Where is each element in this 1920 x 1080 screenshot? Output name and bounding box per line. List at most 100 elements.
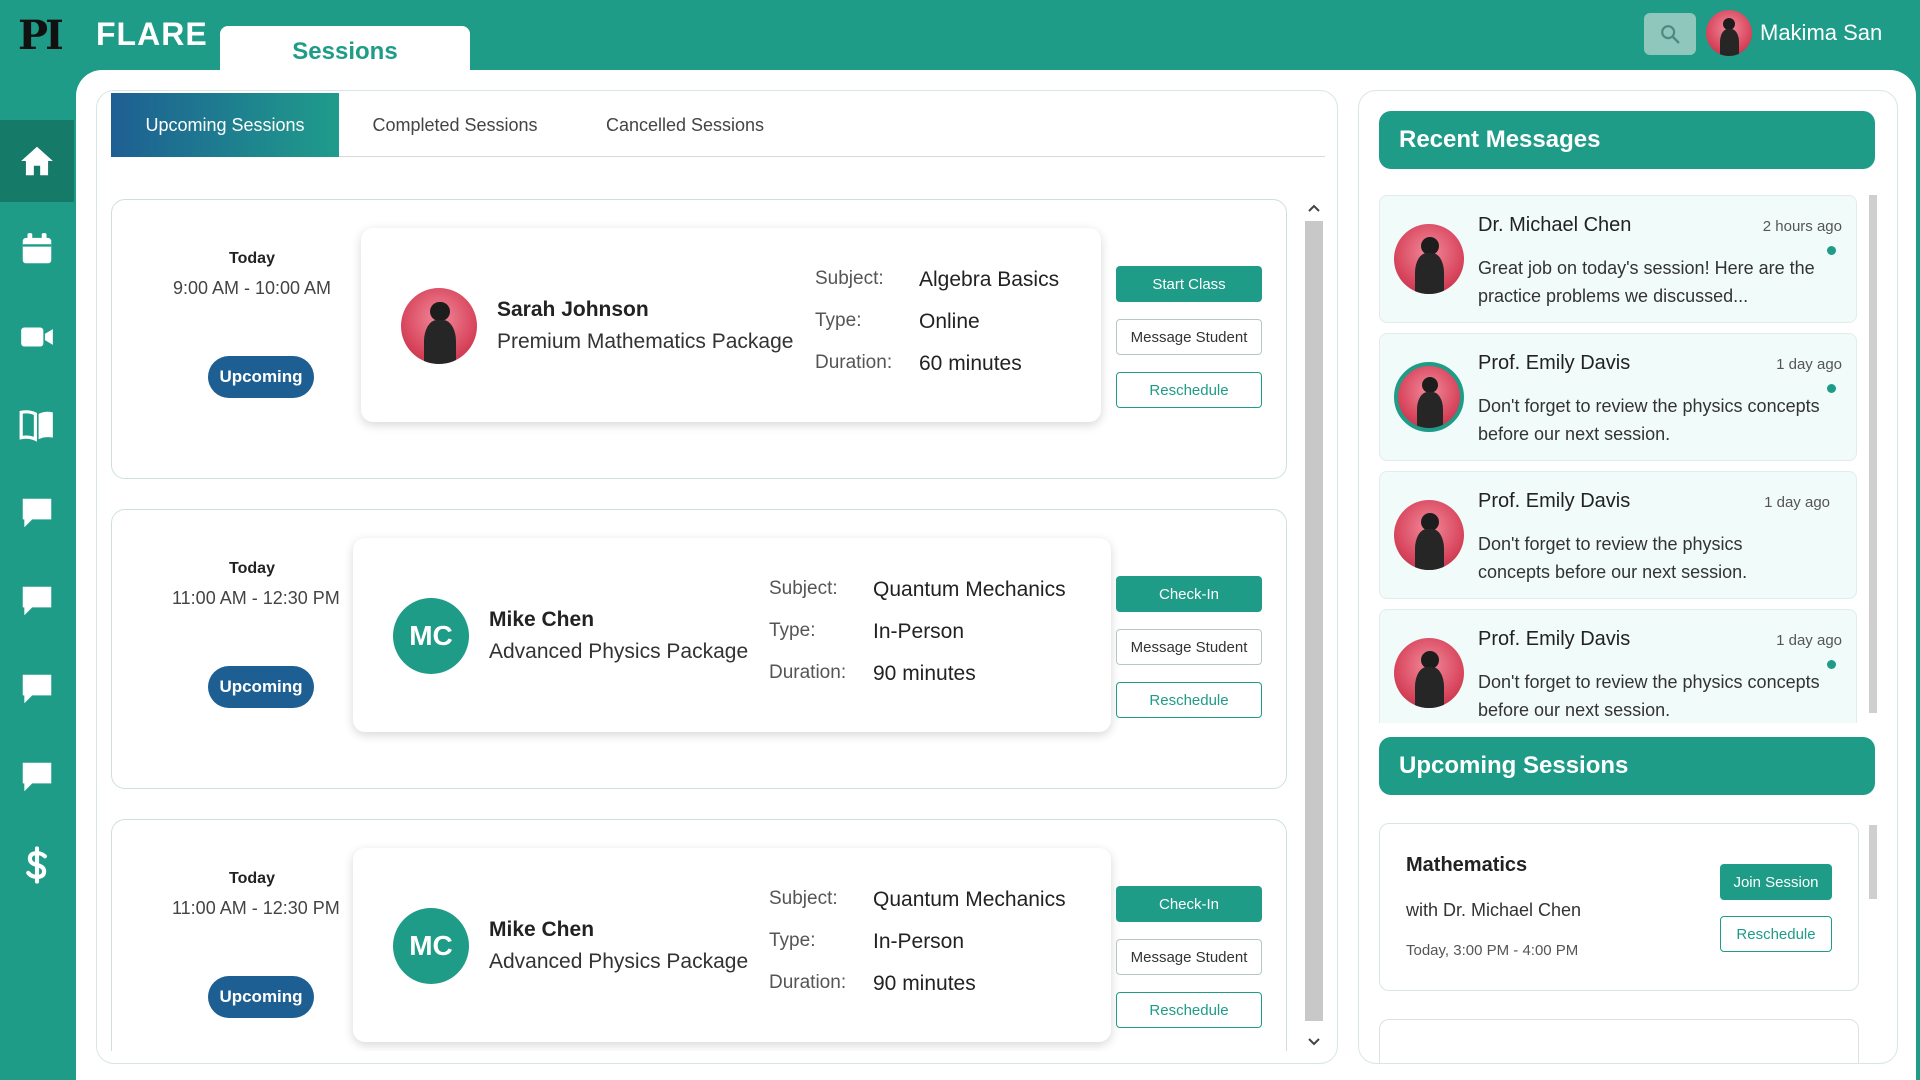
- scroll-thumb[interactable]: [1305, 221, 1323, 1021]
- session-time-block: Today 9:00 AM - 10:00 AM: [172, 250, 332, 299]
- upcoming-time: Today, 3:00 PM - 4:00 PM: [1406, 942, 1579, 959]
- session-time-block: Today 11:00 AM - 12:30 PM: [172, 560, 340, 609]
- student-name: Sarah Johnson: [497, 298, 649, 321]
- sidebar-item-messages-3[interactable]: [0, 648, 74, 730]
- status-badge: Upcoming: [208, 976, 314, 1018]
- recent-messages-header: Recent Messages: [1379, 111, 1875, 169]
- sidebar-item-messages-1[interactable]: [0, 472, 74, 554]
- scroll-down-icon[interactable]: [1305, 1033, 1323, 1051]
- session-day: Today: [229, 870, 275, 887]
- student-package: Premium Mathematics Package: [497, 330, 794, 353]
- tab-cancelled-sessions[interactable]: Cancelled Sessions: [571, 93, 799, 157]
- type-label: Type:: [769, 620, 816, 641]
- subject-label: Subject:: [769, 578, 838, 599]
- sender-name: Prof. Emily Davis: [1478, 490, 1631, 512]
- session-card: Today 11:00 AM - 12:30 PM Upcoming MC Mi…: [111, 819, 1287, 1051]
- reschedule-button[interactable]: Reschedule: [1720, 916, 1832, 952]
- sidebar-item-library[interactable]: [0, 384, 74, 466]
- message-time: 1 day ago: [1764, 494, 1830, 511]
- student-package: Advanced Physics Package: [489, 950, 749, 973]
- session-card: Today 9:00 AM - 10:00 AM Upcoming Sarah …: [111, 199, 1287, 479]
- duration-value: 90 minutes: [873, 662, 976, 685]
- upcoming-tutor: with Dr. Michael Chen: [1406, 900, 1582, 920]
- messages-scrollbar[interactable]: [1869, 195, 1877, 713]
- chat-icon: [22, 586, 52, 616]
- sidebar-item-calendar[interactable]: [0, 208, 74, 290]
- join-session-button[interactable]: Join Session: [1720, 864, 1832, 900]
- student-name: Mike Chen: [489, 608, 595, 631]
- duration-value: 60 minutes: [919, 352, 1022, 375]
- chat-icon: [22, 498, 52, 528]
- tab-upcoming-sessions[interactable]: Upcoming Sessions: [111, 93, 339, 157]
- message-item[interactable]: Prof. Emily Davis 1 day ago Don't forget…: [1379, 333, 1857, 461]
- type-value: In-Person: [873, 930, 965, 953]
- message-preview: Don't forget to review the physics conce…: [1478, 396, 1820, 444]
- user-menu[interactable]: Makima San: [1706, 10, 1882, 56]
- dollar-icon: [26, 846, 47, 884]
- session-list: Today 9:00 AM - 10:00 AM Upcoming Sarah …: [111, 199, 1289, 1051]
- message-time: 2 hours ago: [1762, 218, 1842, 235]
- session-list-scrollbar[interactable]: [1303, 199, 1323, 1051]
- avatar: [1706, 10, 1752, 56]
- check-in-button[interactable]: Check-In: [1116, 886, 1262, 922]
- search-icon: [1661, 25, 1680, 44]
- type-value: Online: [919, 310, 980, 333]
- message-item[interactable]: Prof. Emily Davis 1 day ago Don't forget…: [1379, 471, 1857, 599]
- message-preview: Don't forget to review the physics conce…: [1478, 672, 1820, 720]
- upcoming-session-card: [1379, 1019, 1859, 1063]
- reschedule-button[interactable]: Reschedule: [1116, 682, 1262, 718]
- subject-value: Quantum Mechanics: [873, 888, 1066, 911]
- type-label: Type:: [769, 930, 816, 951]
- video-camera-icon: [21, 327, 53, 347]
- subject-label: Subject:: [769, 888, 838, 909]
- session-time: 11:00 AM - 12:30 PM: [172, 898, 340, 918]
- upcoming-subject: Mathematics: [1406, 854, 1528, 876]
- sidebar-item-messages-2[interactable]: [0, 560, 74, 642]
- reschedule-button[interactable]: Reschedule: [1116, 372, 1262, 408]
- sender-avatar: [1394, 362, 1464, 432]
- session-card: Today 11:00 AM - 12:30 PM Upcoming MC Mi…: [111, 509, 1287, 789]
- sidebar-item-messages-4[interactable]: [0, 736, 74, 818]
- session-details: Sarah Johnson Premium Mathematics Packag…: [361, 228, 1101, 422]
- subject-value: Quantum Mechanics: [873, 578, 1066, 601]
- type-label: Type:: [815, 310, 862, 331]
- status-badge: Upcoming: [208, 666, 314, 708]
- tab-completed-sessions[interactable]: Completed Sessions: [339, 93, 571, 157]
- message-student-button[interactable]: Message Student: [1116, 629, 1262, 665]
- start-class-button[interactable]: Start Class: [1116, 266, 1262, 302]
- sidebar-item-payments[interactable]: [0, 824, 74, 906]
- search-button[interactable]: [1644, 13, 1696, 55]
- student-avatar: MC: [393, 598, 469, 674]
- duration-label: Duration:: [769, 662, 847, 683]
- right-panel: Recent Messages Dr. Michael Chen 2 hours…: [1358, 90, 1898, 1064]
- duration-label: Duration:: [769, 972, 847, 993]
- upcoming-sessions-header: Upcoming Sessions: [1379, 737, 1875, 795]
- message-student-button[interactable]: Message Student: [1116, 319, 1262, 355]
- tab-sessions[interactable]: Sessions: [220, 26, 470, 72]
- subject-label: Subject:: [815, 268, 884, 289]
- scroll-up-icon[interactable]: [1305, 199, 1323, 217]
- message-time: 1 day ago: [1776, 356, 1842, 373]
- session-details: MC Mike Chen Advanced Physics Package Su…: [353, 538, 1111, 732]
- type-value: In-Person: [873, 620, 965, 643]
- student-avatar: MC: [393, 908, 469, 984]
- sidebar-item-home[interactable]: [0, 120, 74, 202]
- message-student-button[interactable]: Message Student: [1116, 939, 1262, 975]
- check-in-button[interactable]: Check-In: [1116, 576, 1262, 612]
- sessions-panel: Upcoming Sessions Completed Sessions Can…: [96, 90, 1338, 1064]
- message-item[interactable]: Dr. Michael Chen 2 hours ago Great job o…: [1379, 195, 1857, 323]
- chat-icon: [22, 674, 52, 704]
- student-name: Mike Chen: [489, 918, 595, 941]
- reschedule-button[interactable]: Reschedule: [1116, 992, 1262, 1028]
- book-icon: [19, 410, 53, 442]
- sender-avatar: [1394, 224, 1464, 294]
- message-item[interactable]: Prof. Emily Davis 1 day ago Don't forget…: [1379, 609, 1857, 723]
- duration-label: Duration:: [815, 352, 893, 373]
- chat-icon: [22, 762, 52, 792]
- upcoming-scrollbar[interactable]: [1869, 825, 1877, 899]
- sidebar-item-video[interactable]: [0, 296, 74, 378]
- session-time: 9:00 AM - 10:00 AM: [172, 278, 332, 298]
- status-badge: Upcoming: [208, 356, 314, 398]
- session-day: Today: [229, 560, 275, 577]
- student-avatar: [401, 288, 477, 364]
